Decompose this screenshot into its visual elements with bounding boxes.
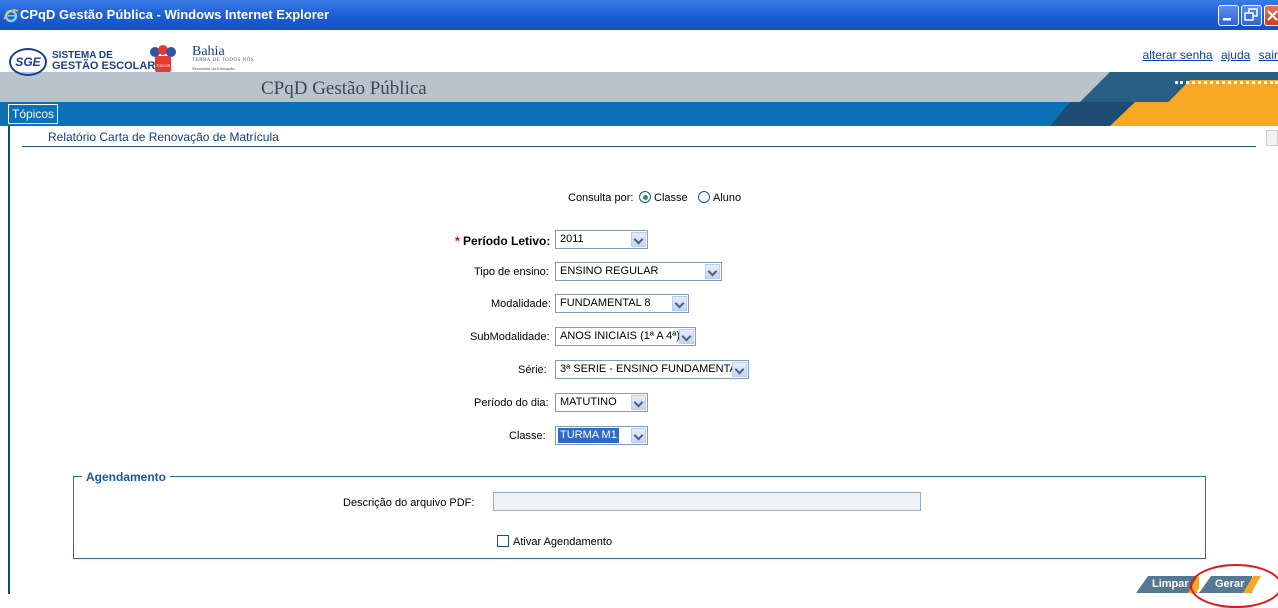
chevron-down-icon [631,428,646,443]
logo-line2: GESTÃO ESCOLAR [52,60,156,72]
ativar-agendamento-checkbox[interactable] [497,535,509,547]
submodalidade-select[interactable]: ANOS INICIAIS (1ª A 4ª) [555,327,696,346]
submodalidade-label: SubModalidade: [470,331,550,343]
header-dots [1175,81,1278,87]
periodo-dia-label: Período do dia: [474,397,549,409]
close-button[interactable] [1264,5,1278,26]
periodo-letivo-select[interactable]: 2011 [555,230,648,249]
chevron-down-icon [679,329,694,344]
scrollbar[interactable] [1266,130,1278,146]
ajuda-link[interactable]: ajuda [1221,48,1250,62]
restore-button[interactable] [1241,5,1262,26]
top-links: alterar senha ajuda sair [1138,48,1278,62]
agendamento-fieldset [73,476,1206,559]
todos-pela-escola-logo: TODOS [150,45,176,72]
sge-logo: SGE [9,48,47,76]
periodo-dia-select[interactable]: MATUTINO [555,393,648,412]
sge-logo-text: SISTEMA DE GESTÃO ESCOLAR [52,51,155,72]
classe-label: Classe: [509,430,546,442]
consulta-label: Consulta por: [568,192,634,204]
alterar-senha-link[interactable]: alterar senha [1143,48,1213,62]
secretaria-text: Secretaria da Educação [192,66,235,71]
window-title: CPqD Gestão Pública - Windows Internet E… [20,7,330,22]
window-titlebar: CPqD Gestão Pública - Windows Internet E… [0,0,1278,30]
radio-classe-label: Classe [654,192,688,204]
title-divider [22,146,1256,147]
bahia-logo-subtitle: TERRA DE TODOS NÓS [192,58,255,63]
restore-icon [1244,8,1258,21]
modalidade-select[interactable]: FUNDAMENTAL 8 [555,294,689,313]
app-title: CPqD Gestão Pública [261,78,427,99]
minimize-icon [1223,18,1231,21]
periodo-letivo-label: * Período Letivo: [455,234,551,248]
serie-select[interactable]: 3ª SERIE - ENSINO FUNDAMENTAL [555,360,749,379]
chevron-down-icon [631,395,646,410]
highlight-annotation-circle [1190,564,1278,608]
radio-aluno[interactable] [698,191,710,203]
radio-aluno-label: Aluno [713,192,742,204]
descricao-pdf-label: Descrição do arquivo PDF: [343,497,475,509]
tipo-ensino-select[interactable]: ENSINO REGULAR [555,262,722,281]
radio-classe[interactable] [639,191,651,203]
descricao-pdf-input[interactable] [493,492,921,511]
chevron-down-icon [631,232,646,247]
chevron-down-icon [705,264,720,279]
navbar-decoration [1050,102,1278,126]
chevron-down-icon [732,362,747,377]
serie-label: Série: [518,364,547,376]
classe-select[interactable]: TURMA M1 [555,426,648,445]
close-icon [1267,10,1278,21]
modalidade-label: Modalidade: [491,298,551,310]
bahia-logo: Bahia TERRA DE TODOS NÓS [192,44,255,63]
ativar-agendamento-label: Ativar Agendamento [513,536,613,548]
limpar-button[interactable]: Limpar [1136,576,1197,593]
chevron-down-icon [672,296,687,311]
sair-link[interactable]: sair [1259,48,1278,62]
page-title: Relatório Carta de Renovação de Matrícul… [48,130,279,144]
left-border [8,126,10,594]
svg-text:TODOS: TODOS [156,63,170,68]
topicos-menu[interactable]: Tópicos [8,104,59,124]
agendamento-legend: Agendamento [82,470,171,484]
internet-explorer-icon [3,9,19,23]
minimize-button[interactable] [1218,5,1239,26]
tipo-ensino-label: Tipo de ensino: [474,266,549,278]
